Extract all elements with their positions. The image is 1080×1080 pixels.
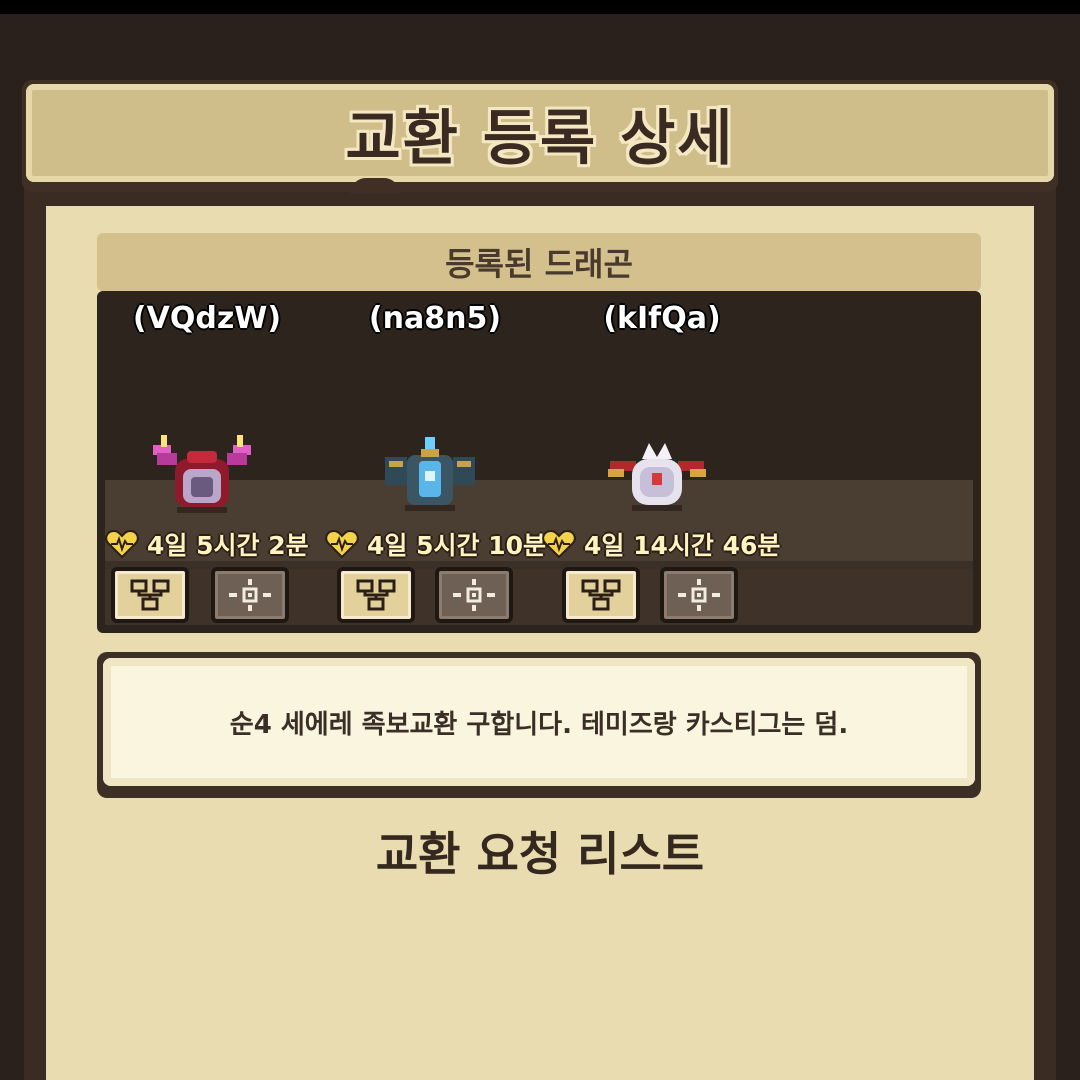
family-tree-button[interactable] (337, 567, 415, 623)
timer-text: 4일 14시간 46분 (584, 531, 781, 560)
page-title: 교환 등록 상세 (345, 103, 735, 174)
timer: 4일 5시간 10분 (325, 527, 546, 561)
locate-button[interactable] (435, 567, 513, 623)
locate-button[interactable] (211, 567, 289, 623)
dragon-name: (na8n5) (368, 301, 502, 336)
white-dragon-icon[interactable] (602, 431, 712, 521)
timer: 4일 14시간 46분 (542, 527, 780, 561)
family-tree-icon (130, 579, 170, 611)
family-tree-button[interactable] (111, 567, 189, 623)
family-tree-icon (581, 579, 621, 611)
locate-icon (678, 579, 720, 611)
red-dragon-icon[interactable] (147, 431, 257, 521)
timer-text: 4일 5시간 10분 (367, 531, 546, 560)
heart-icon (542, 529, 576, 559)
dragon-slot-2: (na8n5) 4일 5시간 10분 (325, 291, 565, 633)
locate-icon (229, 579, 271, 611)
dragon-slot-1: (VQdzW) 4일 5시간 2분 (97, 291, 337, 633)
locate-button[interactable] (660, 567, 738, 623)
registered-dragons-label: 등록된 드래곤 (97, 233, 981, 291)
dragon-name: (kIfQa) (603, 301, 721, 336)
family-tree-button[interactable] (562, 567, 640, 623)
timer-text: 4일 5시간 2분 (147, 531, 309, 560)
family-tree-icon (356, 579, 396, 611)
dragon-name: (VQdzW) (132, 301, 282, 336)
heart-icon (105, 529, 139, 559)
locate-icon (453, 579, 495, 611)
trade-message: 순4 세에레 족보교환 구합니다. 테미즈랑 카스티그는 덤. (103, 658, 975, 786)
timer: 4일 5시간 2분 (105, 527, 309, 561)
status-bar (0, 0, 1080, 14)
dragon-slot-3: (kIfQa) 4일 14시간 46분 (542, 291, 792, 633)
blue-dragon-icon[interactable] (375, 431, 485, 521)
registered-dragons-panel: (VQdzW) 4일 5시간 2분 (na8n5) 4일 5시간 10분 (kI… (97, 291, 981, 633)
heart-icon (325, 529, 359, 559)
request-list-title: 교환 요청 리스트 (375, 827, 705, 881)
